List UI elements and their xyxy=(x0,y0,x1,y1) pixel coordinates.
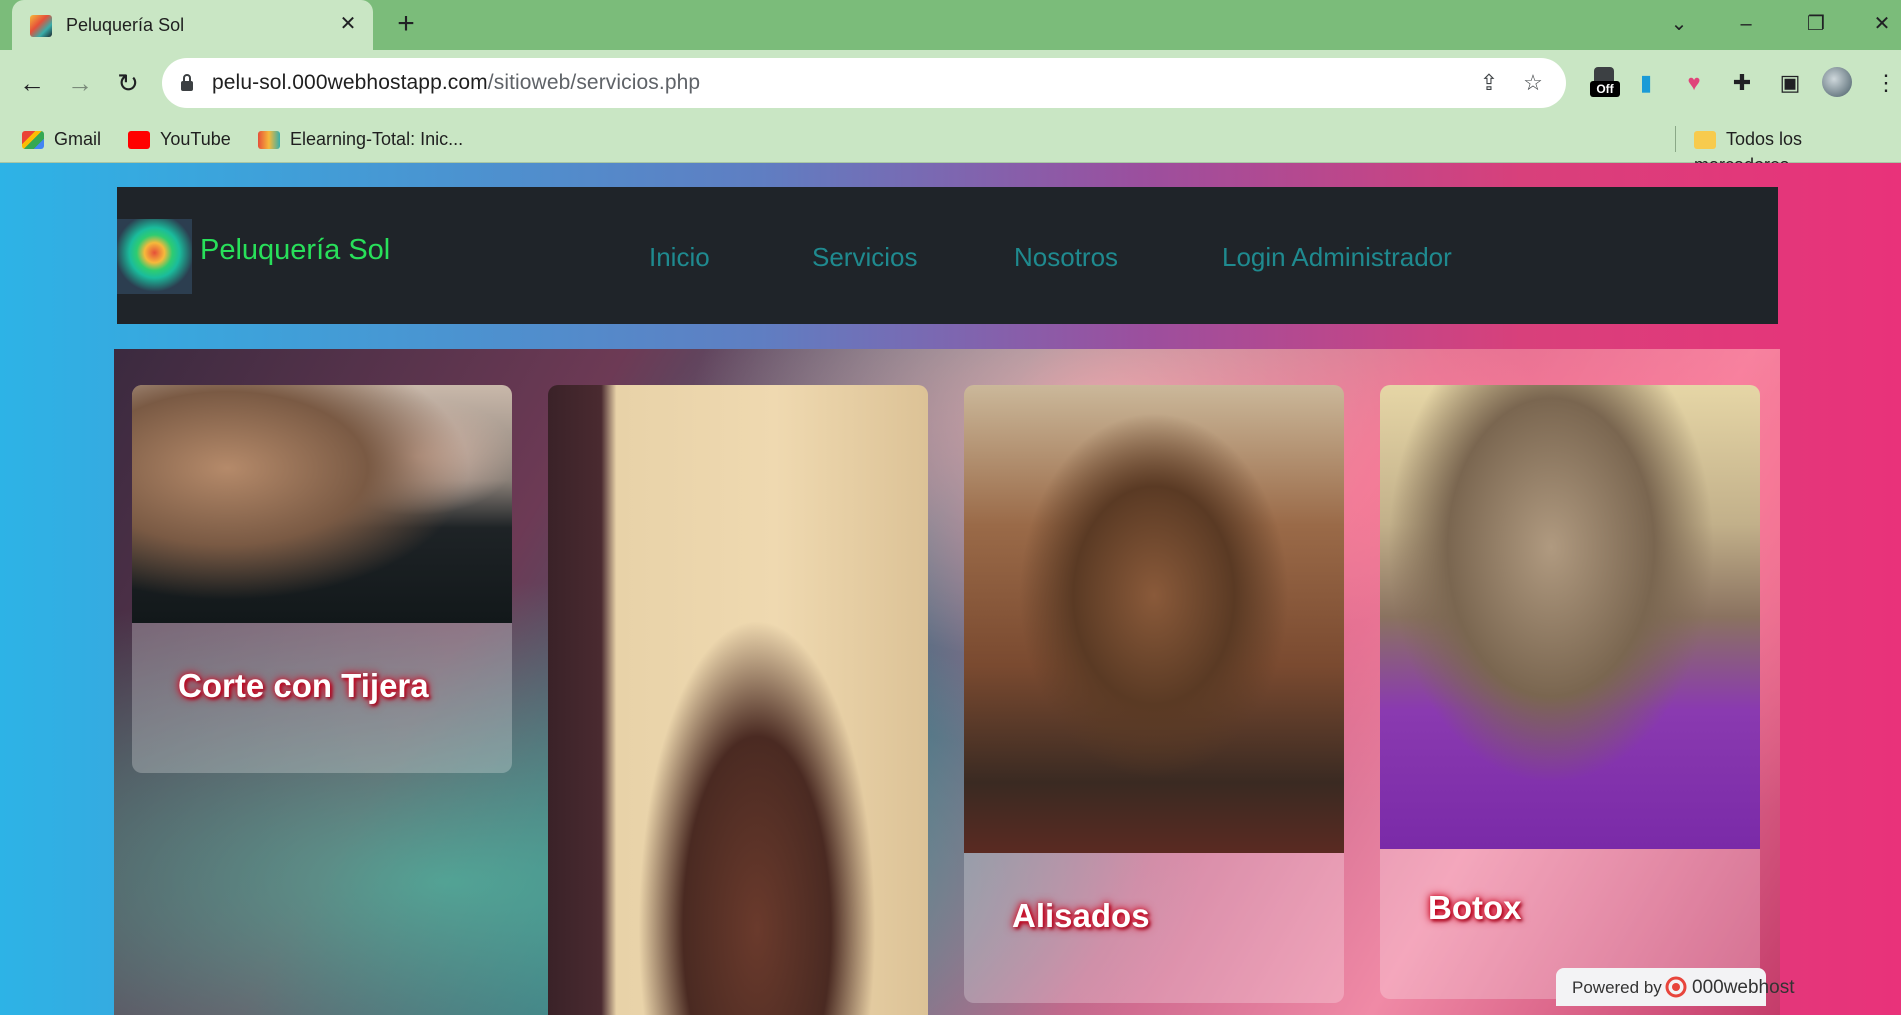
tab-search-chevron-icon[interactable]: ⌄ xyxy=(1659,8,1699,40)
profile-avatar[interactable] xyxy=(1822,67,1854,99)
powered-by-badge[interactable]: Powered by 000webhost xyxy=(1556,968,1794,1006)
restore-icon[interactable]: ❐ xyxy=(1796,8,1836,40)
bookmark-label: Gmail xyxy=(54,129,102,149)
bookmarks-bar: Gmail YouTube Elearning-Total: Inic... T… xyxy=(0,116,1901,175)
reload-icon[interactable]: ↻ xyxy=(110,65,146,101)
all-bookmarks-folder[interactable]: Todos los marcadores xyxy=(1694,126,1901,175)
browser-toolbar: ← → ↻ pelu-sol.000webhostapp.com/sitiowe… xyxy=(0,50,1901,116)
url-text: pelu-sol.000webhostapp.com/sitioweb/serv… xyxy=(212,71,700,95)
browser-tab[interactable]: Peluquería Sol ✕ xyxy=(12,0,373,50)
salon-wash-chair-image xyxy=(548,385,928,1015)
url-host: pelu-sol.000webhostapp.com xyxy=(212,71,488,94)
heart-extension-icon[interactable]: ♥ xyxy=(1678,67,1710,99)
bookmark-star-icon[interactable]: ☆ xyxy=(1520,70,1546,96)
nav-link-nosotros[interactable]: Nosotros xyxy=(1014,242,1118,273)
nav-link-login-administrador[interactable]: Login Administrador xyxy=(1222,242,1452,273)
bookmark-elearning[interactable]: Elearning-Total: Inic... xyxy=(258,126,463,152)
url-path: /sitioweb/servicios.php xyxy=(487,71,701,94)
bookmark-extension-icon[interactable]: ▮ xyxy=(1630,67,1662,99)
nav-link-inicio[interactable]: Inicio xyxy=(649,242,710,273)
brand-name[interactable]: Peluquería Sol xyxy=(200,234,390,267)
address-bar[interactable]: pelu-sol.000webhostapp.com/sitioweb/serv… xyxy=(162,58,1566,108)
elearning-icon xyxy=(258,131,280,150)
avatar-image xyxy=(1822,67,1852,97)
gmail-icon xyxy=(22,131,44,150)
site-navbar: Peluquería Sol Inicio Servicios Nosotros… xyxy=(117,187,1778,324)
folder-icon xyxy=(1694,131,1716,150)
bookmark-label: Elearning-Total: Inic... xyxy=(290,129,464,149)
side-panel-icon[interactable]: ▣ xyxy=(1774,67,1806,99)
back-arrow-icon[interactable]: ← xyxy=(14,65,50,101)
service-card[interactable]: Corte con Tijera xyxy=(132,385,512,773)
brand-logo-icon[interactable] xyxy=(117,219,192,294)
share-icon[interactable]: ⇪ xyxy=(1476,70,1502,96)
card-title: Botox xyxy=(1428,889,1522,926)
forward-arrow-icon[interactable]: → xyxy=(62,65,98,101)
close-window-icon[interactable]: ✕ xyxy=(1862,8,1901,40)
extension-badge-icon[interactable]: Off xyxy=(1590,67,1622,99)
card-title: Alisados xyxy=(1012,897,1150,934)
tab-favicon-icon xyxy=(30,15,52,37)
extension-badge-label: Off xyxy=(1590,81,1620,97)
close-tab-icon[interactable]: ✕ xyxy=(335,11,361,37)
powered-by-label: Powered by xyxy=(1572,978,1662,997)
powered-by-brand: 000webhost xyxy=(1692,977,1795,998)
minimize-icon[interactable]: – xyxy=(1726,8,1766,40)
bookmark-gmail[interactable]: Gmail xyxy=(22,126,101,152)
card-body: Alisados xyxy=(964,853,1344,1003)
service-card[interactable]: Botox xyxy=(1380,385,1760,999)
more-menu-icon[interactable]: ⋮ xyxy=(1870,67,1901,99)
straight-long-hair-image xyxy=(964,385,1344,853)
card-title: Corte con Tijera xyxy=(178,667,429,704)
service-card[interactable] xyxy=(548,385,928,1015)
botox-hair-image xyxy=(1380,385,1760,849)
extension-glyph xyxy=(1594,67,1614,81)
bookmarks-divider xyxy=(1675,126,1676,152)
nav-link-servicios[interactable]: Servicios xyxy=(812,242,917,273)
youtube-icon xyxy=(128,131,150,150)
services-gallery: Corte con Tijera Alisados Botox xyxy=(114,349,1780,1015)
webhost-logo-icon xyxy=(1665,976,1687,998)
haircut-scissors-image xyxy=(132,385,512,623)
tab-title: Peluquería Sol xyxy=(66,15,185,35)
service-card[interactable]: Alisados xyxy=(964,385,1344,1003)
web-page: Peluquería Sol Inicio Servicios Nosotros… xyxy=(0,163,1901,1015)
extensions-puzzle-icon[interactable]: ✚ xyxy=(1726,67,1758,99)
tab-strip: Peluquería Sol ✕ + ⌄ – ❐ ✕ xyxy=(0,0,1901,50)
new-tab-icon[interactable]: + xyxy=(391,9,421,40)
card-body: Corte con Tijera xyxy=(132,623,512,773)
bookmark-youtube[interactable]: YouTube xyxy=(128,126,231,152)
bookmark-label: YouTube xyxy=(160,129,231,149)
lock-icon xyxy=(181,74,193,91)
